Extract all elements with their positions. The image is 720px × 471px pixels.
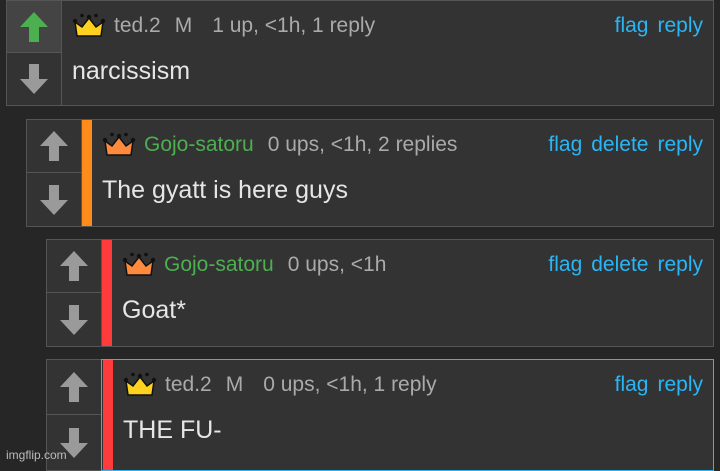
comment-meta: ted.2 M 0 ups, <1h, 1 reply flag reply: [123, 370, 703, 400]
vote-column: [27, 120, 82, 226]
reply-link[interactable]: reply: [657, 373, 703, 397]
comment-meta: Gojo-satoru 0 ups, <1h, 2 replies flag d…: [102, 130, 703, 160]
upvote-button[interactable]: [7, 1, 61, 53]
depth-indicator: [103, 360, 113, 470]
username-link[interactable]: ted.2: [165, 373, 212, 397]
comment-text: Goat*: [122, 296, 186, 324]
delete-link[interactable]: delete: [591, 253, 648, 277]
comment-text: The gyatt is here guys: [102, 176, 348, 204]
arrow-up-icon: [60, 372, 88, 402]
comment-actions: flag delete reply: [539, 253, 703, 277]
upvote-button[interactable]: [27, 120, 81, 173]
comment-meta: ted.2 M 1 up, <1h, 1 reply flag reply: [72, 11, 703, 41]
flag-link[interactable]: flag: [548, 253, 582, 277]
username-link[interactable]: Gojo-satoru: [144, 133, 254, 157]
flag-link[interactable]: flag: [548, 133, 582, 157]
crown-yellow-icon: [72, 13, 106, 37]
upvote-button[interactable]: [47, 360, 101, 415]
flag-link[interactable]: flag: [615, 14, 649, 38]
comment-body: Gojo-satoru 0 ups, <1h, 2 replies flag d…: [92, 120, 713, 226]
upvote-button[interactable]: [47, 240, 101, 293]
crown-orange-icon: [102, 132, 136, 156]
mod-badge: M: [174, 14, 193, 37]
comment-text: narcissism: [72, 57, 191, 85]
mod-badge: M: [225, 373, 244, 396]
comment-actions: flag reply: [606, 373, 703, 397]
arrow-down-icon: [20, 64, 48, 94]
comment-1: ted.2 M 1 up, <1h, 1 reply flag reply na…: [6, 0, 714, 106]
comment-body: ted.2 M 0 ups, <1h, 1 reply flag reply T…: [113, 360, 713, 470]
comment-text: THE FU-: [123, 416, 222, 444]
comment-stats: 0 ups, <1h, 1 reply: [263, 373, 437, 396]
comment-stats: 1 up, <1h, 1 reply: [212, 14, 376, 37]
comment-body: Gojo-satoru 0 ups, <1h flag delete reply…: [112, 240, 713, 346]
arrow-up-icon: [60, 251, 88, 281]
comment-body: ted.2 M 1 up, <1h, 1 reply flag reply na…: [62, 1, 713, 105]
vote-column: [47, 240, 102, 346]
depth-indicator: [102, 240, 112, 346]
arrow-down-icon: [40, 184, 68, 215]
downvote-button[interactable]: [47, 293, 101, 346]
comment-stats: 0 ups, <1h: [287, 253, 387, 276]
reply-link[interactable]: reply: [657, 133, 703, 157]
comment-stats: 0 ups, <1h, 2 replies: [267, 133, 458, 156]
arrow-up-icon: [20, 11, 48, 42]
watermark: imgflip.com: [6, 448, 67, 462]
arrow-down-icon: [60, 304, 88, 335]
comment-meta: Gojo-satoru 0 ups, <1h flag delete reply: [122, 250, 703, 280]
reply-link[interactable]: reply: [657, 253, 703, 277]
comment-4: ted.2 M 0 ups, <1h, 1 reply flag reply T…: [46, 359, 714, 471]
comment-3: Gojo-satoru 0 ups, <1h flag delete reply…: [46, 239, 714, 347]
username-link[interactable]: ted.2: [114, 14, 161, 38]
comment-actions: flag reply: [606, 14, 703, 38]
crown-yellow-icon: [123, 372, 157, 396]
comment-actions: flag delete reply: [539, 133, 703, 157]
delete-link[interactable]: delete: [591, 133, 648, 157]
crown-orange-icon: [122, 252, 156, 276]
downvote-button[interactable]: [7, 53, 61, 105]
depth-indicator: [82, 120, 92, 226]
username-link[interactable]: Gojo-satoru: [164, 253, 274, 277]
comment-2: Gojo-satoru 0 ups, <1h, 2 replies flag d…: [26, 119, 714, 227]
arrow-up-icon: [40, 131, 68, 161]
vote-column: [7, 1, 62, 105]
reply-link[interactable]: reply: [657, 14, 703, 38]
downvote-button[interactable]: [27, 173, 81, 226]
flag-link[interactable]: flag: [615, 373, 649, 397]
